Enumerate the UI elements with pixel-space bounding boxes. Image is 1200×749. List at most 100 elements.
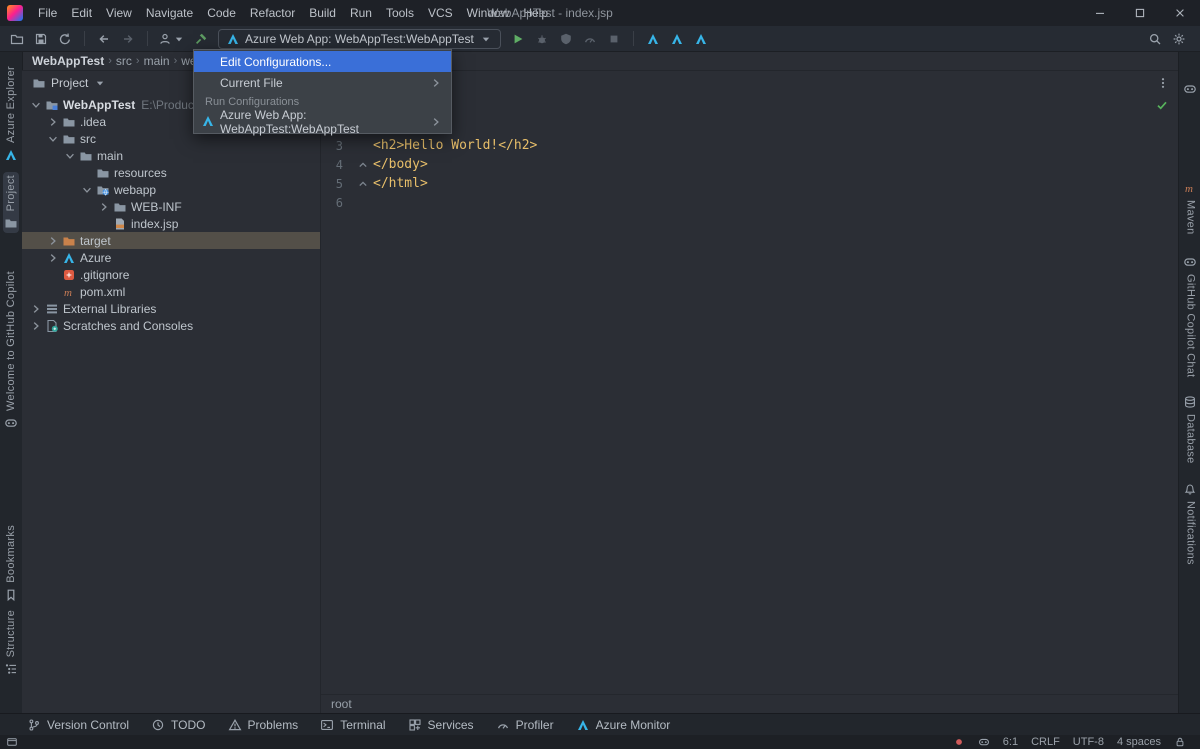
editor[interactable]: 3<h2>Hello World!</h2>4</body>5</html>6 …: [320, 70, 1178, 713]
chevron-down-icon[interactable]: [62, 149, 77, 163]
tool-button-maven[interactable]: mMaven: [1183, 181, 1197, 235]
menu-item-current-file[interactable]: Current File: [194, 72, 451, 93]
menu-edit[interactable]: Edit: [64, 0, 99, 26]
sync-icon[interactable]: [54, 28, 76, 50]
menu-code[interactable]: Code: [200, 0, 243, 26]
azure-functions-icon[interactable]: [666, 28, 688, 50]
tool-button-copilot[interactable]: [1183, 82, 1197, 96]
minimize-button[interactable]: [1080, 0, 1120, 26]
breadcrumb-src[interactable]: src: [116, 54, 132, 68]
editor-breadcrumb[interactable]: root: [321, 694, 1178, 713]
menu-run[interactable]: Run: [343, 0, 379, 26]
tool-button-notifications[interactable]: Notifications: [1183, 482, 1197, 565]
menu-item-azure-web-app-webapptest-webapptest[interactable]: Azure Web App: WebAppTest:WebAppTest: [194, 111, 451, 132]
fold-marker-icon[interactable]: [356, 158, 370, 172]
tree-item-index-jsp[interactable]: index.jsp: [22, 215, 320, 232]
tree-item-target[interactable]: target: [22, 232, 320, 249]
toolwindow-button-todo[interactable]: TODO: [140, 714, 216, 735]
maximize-button[interactable]: [1120, 0, 1160, 26]
toolwindow-button-label: TODO: [171, 718, 205, 732]
forward-icon[interactable]: [117, 28, 139, 50]
toolwindow-button-terminal[interactable]: Terminal: [309, 714, 396, 735]
chevron-right-icon[interactable]: [45, 234, 60, 248]
tree-item-web-inf[interactable]: WEB-INF: [22, 198, 320, 215]
back-icon[interactable]: [93, 28, 115, 50]
breadcrumb-webapptest[interactable]: WebAppTest: [32, 54, 104, 68]
search-everywhere-icon[interactable]: [1144, 28, 1166, 50]
menu-view[interactable]: View: [99, 0, 139, 26]
editor-line[interactable]: 6: [321, 193, 1178, 212]
tree-item-main[interactable]: main: [22, 147, 320, 164]
menu-refactor[interactable]: Refactor: [243, 0, 302, 26]
fold-marker-icon[interactable]: [356, 177, 370, 191]
menu-bar: FileEditViewNavigateCodeRefactorBuildRun…: [31, 0, 555, 26]
menu-navigate[interactable]: Navigate: [139, 0, 200, 26]
toolwindow-button-profiler[interactable]: Profiler: [485, 714, 565, 735]
chevron-down-icon[interactable]: [28, 98, 43, 112]
debug-button[interactable]: [531, 28, 553, 50]
tree-item--gitignore[interactable]: .gitignore: [22, 266, 320, 283]
menu-item-label: Azure Web App: WebAppTest:WebAppTest: [220, 108, 429, 136]
line-ending[interactable]: CRLF: [1031, 736, 1060, 748]
toolwindow-button-version-control[interactable]: Version Control: [16, 714, 140, 735]
menu-build[interactable]: Build: [302, 0, 343, 26]
tree-item-webapp[interactable]: webapp: [22, 181, 320, 198]
chevron-right-icon[interactable]: [96, 200, 111, 214]
settings-icon[interactable]: [1168, 28, 1190, 50]
tree-item-azure[interactable]: Azure: [22, 249, 320, 266]
stop-button[interactable]: [603, 28, 625, 50]
toolwindow-button-services[interactable]: Services: [397, 714, 485, 735]
copilot-status-icon[interactable]: [978, 736, 990, 748]
run-with-profile-button[interactable]: [156, 28, 188, 50]
tool-button-github-copilot-chat[interactable]: GitHub Copilot Chat: [1183, 255, 1197, 378]
chevron-down-icon[interactable]: [79, 183, 94, 197]
indent-setting[interactable]: 4 spaces: [1117, 736, 1161, 748]
azure-storage-icon[interactable]: [690, 28, 712, 50]
build-icon[interactable]: [190, 28, 212, 50]
caret-position[interactable]: 6:1: [1003, 736, 1018, 748]
close-button[interactable]: [1160, 0, 1200, 26]
run-config-selector[interactable]: Azure Web App: WebAppTest:WebAppTest: [218, 29, 501, 49]
tool-button-welcome-to-github-copilot[interactable]: Welcome to GitHub Copilot: [4, 271, 18, 430]
menu-vcs[interactable]: VCS: [421, 0, 460, 26]
editor-options-icon[interactable]: [1156, 76, 1170, 90]
recording-indicator-icon[interactable]: [953, 736, 965, 748]
tool-button-azure-explorer[interactable]: Azure Explorer: [4, 66, 18, 162]
editor-line[interactable]: 4</body>: [321, 155, 1178, 174]
tree-item-pom-xml[interactable]: mpom.xml: [22, 283, 320, 300]
coverage-button[interactable]: [555, 28, 577, 50]
svg-text:m: m: [64, 287, 72, 299]
open-project-icon[interactable]: [6, 28, 28, 50]
tree-item-external-libraries[interactable]: External Libraries: [22, 300, 320, 317]
menu-tools[interactable]: Tools: [379, 0, 421, 26]
tree-item-scratches-and-consoles[interactable]: Scratches and Consoles: [22, 317, 320, 334]
tool-window-toggle-icon[interactable]: [6, 736, 18, 748]
tool-button-bookmarks[interactable]: Bookmarks: [4, 525, 18, 602]
run-button[interactable]: [507, 28, 529, 50]
chevron-right-icon[interactable]: [45, 115, 60, 129]
tree-item-label: main: [94, 149, 123, 163]
azure-explorer-toolbar-icon[interactable]: [642, 28, 664, 50]
save-all-icon[interactable]: [30, 28, 52, 50]
chevron-right-icon[interactable]: [28, 302, 43, 316]
toolwindow-button-azure-monitor[interactable]: Azure Monitor: [565, 714, 682, 735]
breadcrumb-main[interactable]: main: [144, 54, 170, 68]
toolwindow-button-problems[interactable]: Problems: [217, 714, 310, 735]
tree-item-resources[interactable]: resources: [22, 164, 320, 181]
chevron-right-icon[interactable]: [28, 319, 43, 333]
chevron-down-icon[interactable]: [45, 132, 60, 146]
encoding[interactable]: UTF-8: [1073, 736, 1104, 748]
tool-button-database[interactable]: Database: [1183, 395, 1197, 464]
menu-file[interactable]: File: [31, 0, 64, 26]
chevron-right-icon[interactable]: [45, 251, 60, 265]
breadcrumb-root[interactable]: root: [331, 697, 352, 711]
editor-line[interactable]: 3<h2>Hello World!</h2>: [321, 136, 1178, 155]
profiler-button[interactable]: [579, 28, 601, 50]
tool-button-structure[interactable]: Structure: [4, 610, 18, 676]
tool-button-project[interactable]: Project: [3, 172, 19, 233]
inspections-ok-icon[interactable]: [1155, 98, 1169, 112]
menu-item-edit-configurations-[interactable]: Edit Configurations...: [194, 51, 451, 72]
status-bar: 6:1 CRLF UTF-8 4 spaces: [0, 735, 1200, 749]
editor-line[interactable]: 5</html>: [321, 174, 1178, 193]
lock-icon[interactable]: [1174, 736, 1186, 748]
